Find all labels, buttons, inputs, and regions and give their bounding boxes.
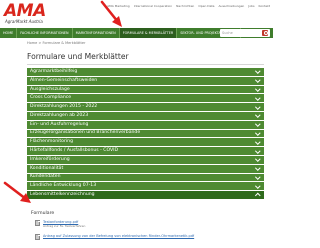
annotation-arrow-top [3,0,122,203]
